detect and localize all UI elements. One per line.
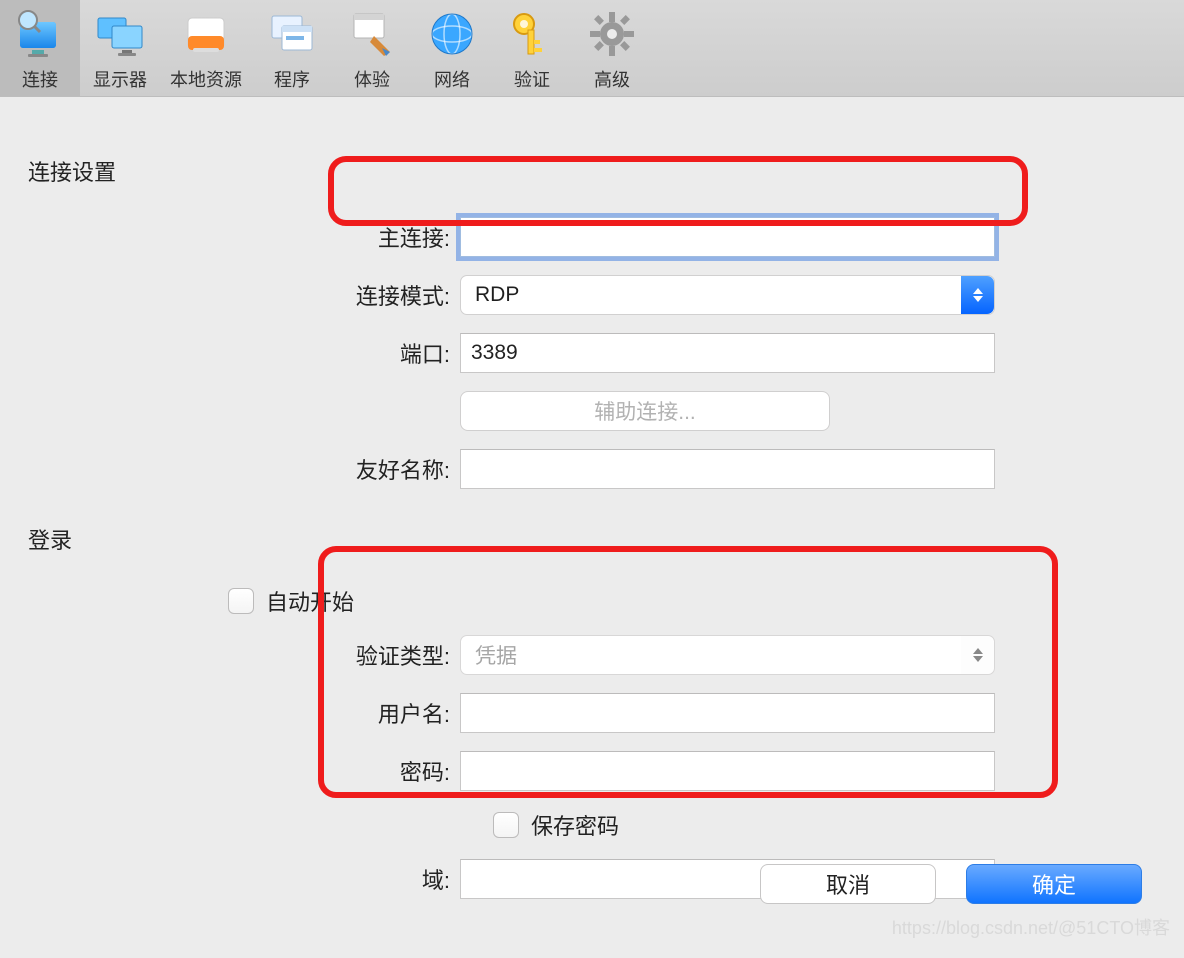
cancel-button[interactable]: 取消 xyxy=(760,864,936,904)
tab-label: 显示器 xyxy=(93,66,147,92)
auth-type-value: 凭据 xyxy=(475,640,517,670)
dual-monitor-icon xyxy=(94,8,146,60)
password-input[interactable] xyxy=(460,751,995,791)
save-password-label: 保存密码 xyxy=(531,809,619,841)
monitor-magnify-icon xyxy=(14,8,66,60)
brush-icon xyxy=(346,8,398,60)
section-connection-title: 连接设置 xyxy=(28,155,1184,187)
auto-start-label: 自动开始 xyxy=(266,585,354,617)
tab-label: 连接 xyxy=(22,66,58,92)
tab-connection[interactable]: 连接 xyxy=(0,0,80,96)
tab-local-res[interactable]: 本地资源 xyxy=(160,0,252,96)
ok-button[interactable]: 确定 xyxy=(966,864,1142,904)
port-input[interactable] xyxy=(460,333,995,373)
aux-button-label: 辅助连接... xyxy=(594,396,696,426)
tab-program[interactable]: 程序 xyxy=(252,0,332,96)
label-port: 端口: xyxy=(28,337,460,369)
tab-label: 程序 xyxy=(274,66,310,92)
globe-icon xyxy=(426,8,478,60)
label-auth-type: 验证类型: xyxy=(28,639,460,671)
main-connection-input[interactable] xyxy=(460,217,995,257)
section-login-title: 登录 xyxy=(28,523,1184,555)
ok-label: 确定 xyxy=(1032,868,1076,900)
label-domain: 域: xyxy=(28,863,460,895)
content: 连接设置 主连接: 连接模式: RDP 端口: 辅助连接... xyxy=(0,97,1184,899)
cancel-label: 取消 xyxy=(826,868,870,900)
footer: 取消 确定 xyxy=(760,864,1142,904)
aux-connection-button[interactable]: 辅助连接... xyxy=(460,391,830,431)
key-icon xyxy=(506,8,558,60)
mode-select[interactable]: RDP xyxy=(460,275,995,315)
disk-icon xyxy=(180,8,232,60)
auto-start-checkbox[interactable] xyxy=(228,588,254,614)
tab-auth[interactable]: 验证 xyxy=(492,0,572,96)
tab-label: 本地资源 xyxy=(170,66,242,92)
toolbar: 连接 显示器 本地资源 xyxy=(0,0,1184,97)
tab-advanced[interactable]: 高级 xyxy=(572,0,652,96)
label-main-connection: 主连接: xyxy=(28,221,460,253)
mode-value: RDP xyxy=(475,283,519,307)
chevron-updown-icon xyxy=(961,276,994,314)
watermark: https://blog.csdn.net/@51CTO博客 xyxy=(892,914,1170,940)
tab-display[interactable]: 显示器 xyxy=(80,0,160,96)
tab-experience[interactable]: 体验 xyxy=(332,0,412,96)
username-input[interactable] xyxy=(460,693,995,733)
auth-type-select[interactable]: 凭据 xyxy=(460,635,995,675)
gear-icon xyxy=(586,8,638,60)
tab-network[interactable]: 网络 xyxy=(412,0,492,96)
label-username: 用户名: xyxy=(28,697,460,729)
tab-label: 体验 xyxy=(354,66,390,92)
tab-label: 高级 xyxy=(594,66,630,92)
tab-label: 网络 xyxy=(434,66,470,92)
friendly-name-input[interactable] xyxy=(460,449,995,489)
windows-icon xyxy=(266,8,318,60)
chevron-updown-icon xyxy=(961,636,994,674)
label-mode: 连接模式: xyxy=(28,279,460,311)
label-friendly: 友好名称: xyxy=(28,453,460,485)
tab-label: 验证 xyxy=(514,66,550,92)
save-password-checkbox[interactable] xyxy=(493,812,519,838)
label-password: 密码: xyxy=(28,755,460,787)
